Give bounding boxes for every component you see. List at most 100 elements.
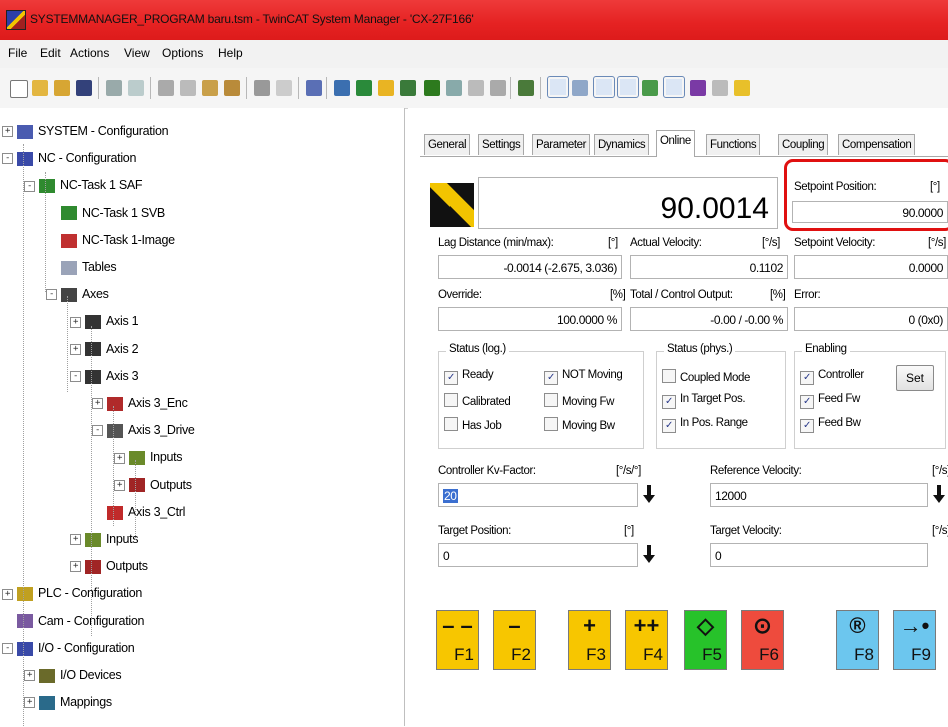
- choose-target-icon[interactable]: [424, 80, 440, 96]
- in-target-pos-checkbox[interactable]: ✓ In Target Pos.: [662, 393, 746, 409]
- collapse-icon[interactable]: -: [46, 289, 57, 301]
- set-config-mode-icon[interactable]: [400, 80, 416, 96]
- kv-factor-download-icon[interactable]: [642, 483, 656, 505]
- moving-fw-checkbox[interactable]: Moving Fw: [544, 393, 614, 408]
- tree-item[interactable]: + Axis 3_Enc: [92, 392, 188, 414]
- expand-icon[interactable]: +: [70, 316, 81, 328]
- network-scan-icon[interactable]: [446, 80, 462, 96]
- controller-checkbox[interactable]: ✓ Controller: [800, 369, 864, 385]
- f1-fast-backward-button[interactable]: – – F1: [436, 610, 479, 670]
- reference-velocity-input[interactable]: 12000: [710, 483, 928, 507]
- f4-fast-forward-button[interactable]: ++ F4: [625, 610, 668, 670]
- copy-icon[interactable]: [180, 80, 196, 96]
- show-mappings-icon[interactable]: [593, 76, 615, 98]
- tree-item[interactable]: + Mappings: [24, 691, 112, 713]
- target-position-input[interactable]: 0: [438, 543, 638, 567]
- f6-stop-button[interactable]: ⊙ F6: [741, 610, 784, 670]
- menu-help[interactable]: Help: [218, 46, 243, 60]
- paste-special-icon[interactable]: [224, 80, 240, 96]
- tree-item[interactable]: - I/O - Configuration: [2, 637, 135, 659]
- print-preview-icon[interactable]: [128, 80, 144, 96]
- tree-item[interactable]: Axis 3_Ctrl: [92, 501, 185, 523]
- tree-item[interactable]: + Outputs: [70, 555, 148, 577]
- expand-icon[interactable]: +: [24, 670, 35, 682]
- expand-icon[interactable]: +: [92, 398, 103, 410]
- show-details-icon[interactable]: [547, 76, 569, 98]
- feed-bw-checkbox[interactable]: ✓ Feed Bw: [800, 417, 861, 433]
- tree-item[interactable]: NC-Task 1-Image: [46, 229, 175, 251]
- save-icon[interactable]: [76, 80, 92, 96]
- paste-icon[interactable]: [202, 80, 218, 96]
- open-folder-icon[interactable]: [32, 80, 48, 96]
- expand-icon[interactable]: +: [2, 126, 13, 138]
- find-icon[interactable]: [254, 80, 270, 96]
- activate-config-icon[interactable]: [334, 80, 350, 96]
- menu-view[interactable]: View: [124, 46, 150, 60]
- f8-reset-button[interactable]: ® F8: [836, 610, 879, 670]
- tree-item[interactable]: - Axis 3_Drive: [92, 419, 195, 441]
- menu-actions[interactable]: Actions: [70, 46, 109, 60]
- tab-dynamics[interactable]: Dynamics: [594, 134, 650, 155]
- menu-options[interactable]: Options: [162, 46, 203, 60]
- expand-icon[interactable]: +: [2, 588, 13, 600]
- tree-item[interactable]: + Axis 2: [70, 338, 139, 360]
- expand-icon[interactable]: +: [114, 452, 125, 464]
- feed-fw-checkbox[interactable]: ✓ Feed Fw: [800, 393, 860, 409]
- configuration-tree[interactable]: + SYSTEM - Configuration - NC - Configurati…: [0, 108, 405, 726]
- collapse-icon[interactable]: -: [2, 643, 13, 654]
- tree-item[interactable]: + Inputs: [70, 528, 139, 550]
- in-pos-range-checkbox[interactable]: ✓ In Pos. Range: [662, 417, 748, 433]
- kv-factor-input[interactable]: 20: [438, 483, 638, 507]
- collapse-icon[interactable]: -: [24, 180, 35, 192]
- tree-item[interactable]: Tables: [46, 256, 117, 278]
- moving-bw-checkbox[interactable]: Moving Bw: [544, 417, 615, 432]
- online-watch-icon[interactable]: [642, 80, 658, 96]
- expand-icon[interactable]: +: [114, 479, 125, 491]
- open-project-icon[interactable]: [54, 80, 70, 96]
- tab-parameter[interactable]: Parameter: [532, 134, 591, 155]
- tree-item[interactable]: + Axis 1: [70, 310, 139, 332]
- target-position-download-icon[interactable]: [642, 543, 656, 565]
- expand-icon[interactable]: +: [70, 561, 81, 573]
- toggle-freerun-icon[interactable]: [468, 80, 484, 96]
- check-config-icon[interactable]: [356, 80, 372, 96]
- tree-item[interactable]: - Axes: [46, 283, 109, 305]
- restart-tc-icon[interactable]: [378, 80, 394, 96]
- ready-checkbox[interactable]: ✓ Ready: [444, 369, 494, 385]
- show-online-icon[interactable]: [490, 80, 506, 96]
- f3-forward-button[interactable]: + F3: [568, 610, 611, 670]
- find-next-icon[interactable]: [276, 80, 292, 96]
- coupled-mode-checkbox[interactable]: Coupled Mode: [662, 369, 750, 384]
- tree-item[interactable]: + SYSTEM - Configuration: [2, 120, 169, 142]
- zoom-icon[interactable]: [572, 80, 588, 96]
- about-icon[interactable]: [712, 80, 728, 96]
- cut-icon[interactable]: [158, 80, 174, 96]
- tree-item[interactable]: - NC-Task 1 SAF: [24, 174, 143, 196]
- f5-start-button[interactable]: ◇ F5: [684, 610, 727, 670]
- calibrated-checkbox[interactable]: Calibrated: [444, 393, 511, 408]
- tab-online[interactable]: Online: [656, 130, 695, 157]
- show-online-data-icon[interactable]: [663, 76, 685, 98]
- menu-edit[interactable]: Edit: [40, 46, 61, 60]
- tree-item[interactable]: + I/O Devices: [24, 664, 122, 686]
- tab-general[interactable]: General: [424, 134, 471, 155]
- f2-backward-button[interactable]: – F2: [493, 610, 536, 670]
- set-button[interactable]: Set: [896, 365, 934, 391]
- tree-item[interactable]: + Inputs: [114, 446, 183, 468]
- collapse-icon[interactable]: -: [2, 153, 13, 165]
- collapse-icon[interactable]: -: [70, 371, 81, 382]
- f9-home-button[interactable]: →• F9: [893, 610, 936, 670]
- tab-functions[interactable]: Functions: [706, 134, 761, 155]
- print-icon[interactable]: [106, 80, 122, 96]
- tab-compensation[interactable]: Compensation: [838, 134, 916, 155]
- show-variables-icon[interactable]: [617, 76, 639, 98]
- tree-item[interactable]: - Axis 3: [70, 365, 139, 387]
- reference-velocity-download-icon[interactable]: [932, 483, 946, 505]
- new-file-icon[interactable]: [10, 80, 28, 98]
- tab-settings[interactable]: Settings: [478, 134, 525, 155]
- has-job-checkbox[interactable]: Has Job: [444, 417, 502, 432]
- expand-icon[interactable]: +: [70, 534, 81, 546]
- tree-item[interactable]: NC-Task 1 SVB: [46, 202, 165, 224]
- scan-devices-icon[interactable]: [518, 80, 534, 96]
- books-icon[interactable]: [690, 80, 706, 96]
